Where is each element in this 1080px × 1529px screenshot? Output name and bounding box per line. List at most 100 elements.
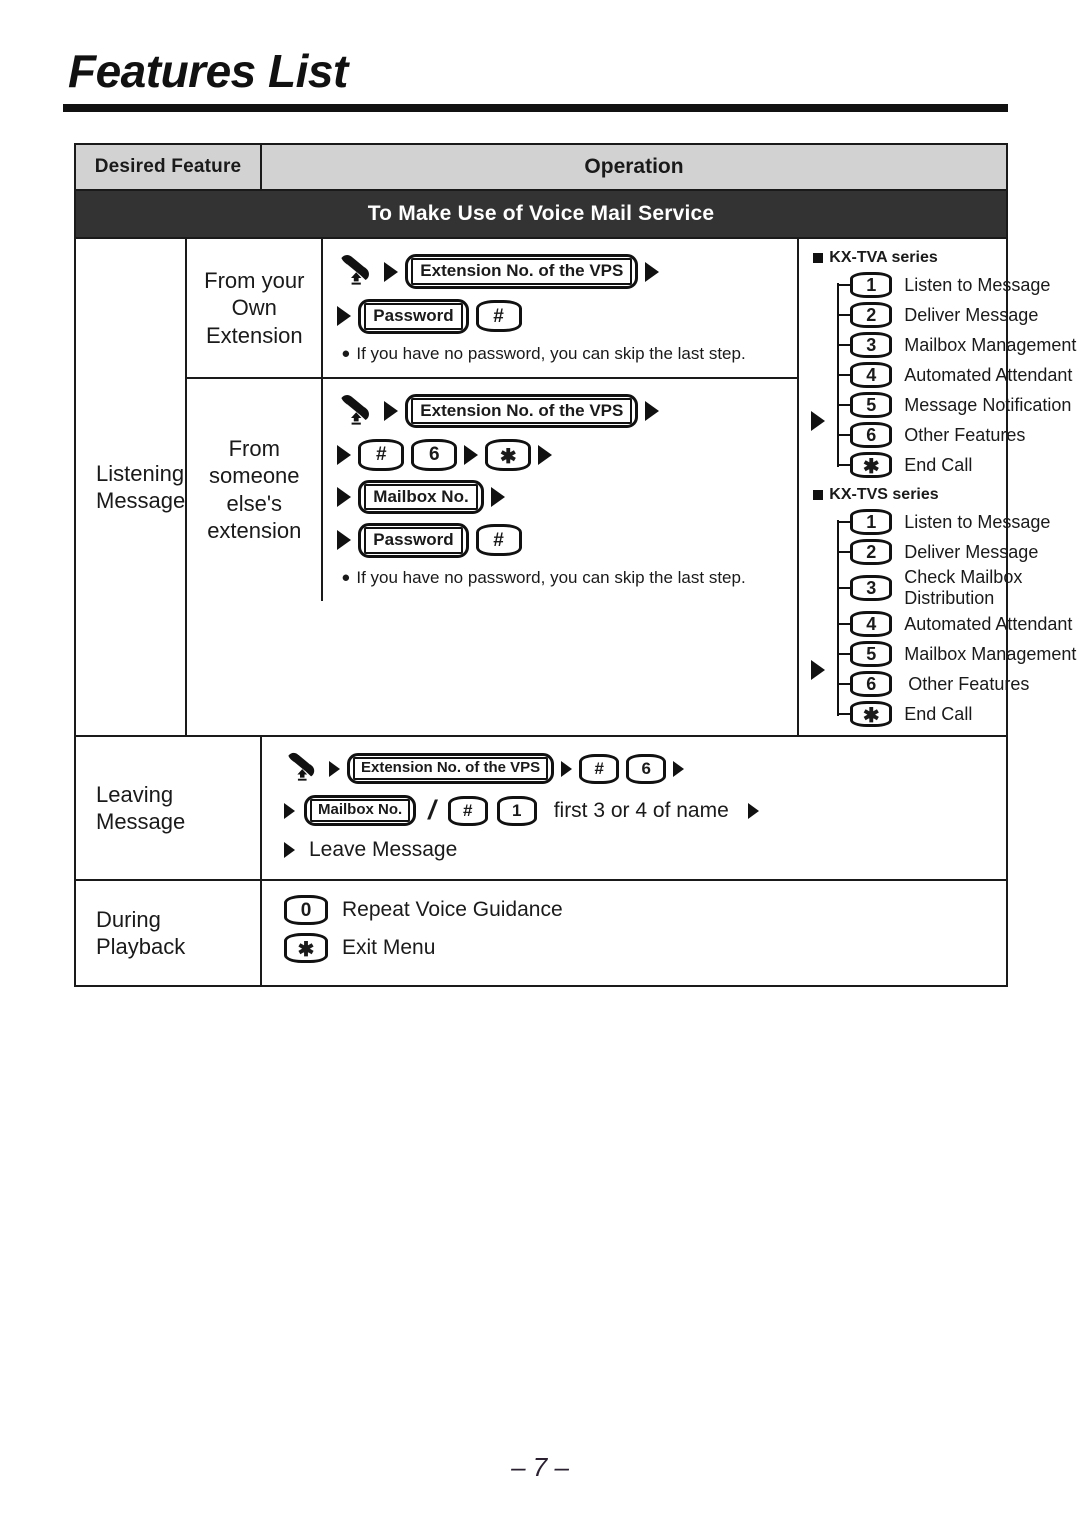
menu-stub-line xyxy=(839,464,851,466)
ops-from-someone-else: Extension No. of the VPS # 6 ✱ Mailbox N… xyxy=(323,379,797,601)
menu-item[interactable]: 4 Automated Attendant xyxy=(839,609,1076,639)
arrow-icon xyxy=(747,802,759,819)
menu-item-label: End Call xyxy=(904,703,973,724)
note-text: If you have no password, you can skip th… xyxy=(356,343,746,363)
sub-label-from-someone-else: From someone else's extension xyxy=(187,378,324,601)
menu-item[interactable]: 3 Mailbox Management xyxy=(839,330,1076,360)
note-text: If you have no password, you can skip th… xyxy=(356,567,746,587)
key-6: 6 xyxy=(850,422,893,448)
column-header-operation: Operation xyxy=(584,155,684,178)
arrow-icon xyxy=(538,444,553,465)
sub-label-text: From your Own Extension xyxy=(204,267,305,348)
key-6: 6 xyxy=(850,671,893,697)
menu-item[interactable]: 6 Other Features xyxy=(839,669,1076,699)
bullet-icon: ● xyxy=(341,568,351,586)
menu-entry-pointer xyxy=(811,270,837,480)
sub-row-from-own-extension: From your Own Extension Extension No. of… xyxy=(187,239,798,379)
menu-stub-line xyxy=(839,434,851,436)
menu-item[interactable]: 1 Listen to Message xyxy=(839,270,1076,300)
op-line: Mailbox No. xyxy=(337,479,797,515)
pill-mailbox-no: Mailbox No. xyxy=(304,795,417,826)
key-6: 6 xyxy=(626,753,667,784)
ops-leaving-message: Extension No. of the VPS # 6 Mailbox No.… xyxy=(262,737,1006,879)
menu-item[interactable]: 6 Other Features xyxy=(839,420,1076,450)
menu-item[interactable]: ✱ End Call xyxy=(839,699,1076,729)
op-line: # 6 ✱ xyxy=(337,438,797,471)
pill-label: Mailbox No. xyxy=(310,799,411,822)
section-banner-voice-mail: To Make Use of Voice Mail Service xyxy=(76,191,1006,239)
sub-label-text: From someone else's extension xyxy=(207,435,302,544)
key-hash: # xyxy=(579,753,620,784)
op-line: Extension No. of the VPS xyxy=(337,253,797,290)
text-exit-menu: Exit Menu xyxy=(342,936,436,959)
menu-stub-line xyxy=(839,683,851,685)
pill-label: Extension No. of the VPS xyxy=(411,258,633,285)
arrow-icon xyxy=(464,444,479,465)
feature-label-during-playback: During Playback xyxy=(76,881,262,985)
menu-item-label: End Call xyxy=(904,454,973,475)
arrow-icon xyxy=(329,760,340,777)
feature-label-leaving-message: Leaving Message xyxy=(76,737,262,879)
menu-item[interactable]: 1 Listen to Message xyxy=(839,507,1076,537)
text-repeat-voice-guidance: Repeat Voice Guidance xyxy=(342,898,563,921)
pill-label: Extension No. of the VPS xyxy=(411,397,633,425)
table-row-listening-message: Listening Message From your Own Extension xyxy=(76,239,1076,737)
menu-item[interactable]: 5 Mailbox Management xyxy=(839,639,1076,669)
column-header-desired-feature: Desired Feature xyxy=(76,145,262,189)
op-line: Password # xyxy=(337,523,797,558)
listening-sub-rows: From your Own Extension Extension No. of… xyxy=(187,239,798,735)
features-table: Desired Feature Operation To Make Use of… xyxy=(74,143,1076,987)
menu-item-label: Listen to Message xyxy=(904,274,1051,295)
arrow-icon xyxy=(645,401,660,422)
menu-item[interactable]: ✱ End Call xyxy=(839,450,1076,480)
square-bullet-icon xyxy=(813,253,824,263)
pill-mailbox-no: Mailbox No. xyxy=(358,479,484,515)
menu-item[interactable]: 5 Message Notification xyxy=(839,390,1076,420)
pill-password: Password xyxy=(358,523,469,558)
page-number: – 7 – xyxy=(511,1452,569,1482)
key-star: ✱ xyxy=(485,438,532,471)
pill-label: Extension No. of the VPS xyxy=(353,757,549,780)
arrow-icon xyxy=(490,486,505,507)
arrow-icon xyxy=(337,486,352,507)
menu-title-text: KX-TVS series xyxy=(829,486,939,503)
pill-password: Password xyxy=(358,299,469,334)
arrow-icon xyxy=(337,444,352,465)
pill-label: Password xyxy=(364,303,463,330)
menu-item[interactable]: 3 Check Mailbox Distribution xyxy=(839,567,1076,609)
ops-from-own-extension: Extension No. of the VPS Password # ● If xyxy=(323,239,797,377)
key-1: 1 xyxy=(850,509,893,535)
menu-stub-line xyxy=(839,521,851,523)
menu-item-label: Automated Attendant xyxy=(904,613,1073,634)
menu-item[interactable]: 2 Deliver Message xyxy=(839,537,1076,567)
key-1: 1 xyxy=(850,272,893,298)
menu-item[interactable]: 2 Deliver Message xyxy=(839,300,1076,330)
menu-item-label: Other Features xyxy=(908,673,1030,694)
menu-entry-pointer xyxy=(811,507,837,729)
menu-item[interactable]: 4 Automated Attendant xyxy=(839,360,1076,390)
op-line: Extension No. of the VPS xyxy=(337,393,797,430)
key-2: 2 xyxy=(850,539,893,565)
menu-item-label: Mailbox Management xyxy=(904,643,1077,664)
menu-tree-kx-tva: 1 Listen to Message 2 Deliver Message 3 xyxy=(811,270,1076,480)
menu-item-label: Check Mailbox Distribution xyxy=(904,567,1023,608)
arrow-icon xyxy=(284,842,295,858)
op-line: Mailbox No. / # 1 first 3 or 4 of name xyxy=(284,795,1006,826)
note-no-password: ● If you have no password, you can skip … xyxy=(337,343,797,365)
key-star: ✱ xyxy=(850,701,893,727)
arrow-icon xyxy=(811,660,826,680)
sub-label-from-own-extension: From your Own Extension xyxy=(187,239,324,377)
key-4: 4 xyxy=(850,362,893,388)
menu-item-label: Automated Attendant xyxy=(904,364,1073,385)
menu-stub-line xyxy=(839,374,851,376)
key-hash: # xyxy=(447,795,488,826)
key-1: 1 xyxy=(496,795,537,826)
op-line: Extension No. of the VPS # 6 xyxy=(284,751,1006,786)
key-star-glyph: ✱ xyxy=(297,939,315,961)
page-title: Features List xyxy=(68,45,348,97)
key-3: 3 xyxy=(850,575,893,601)
ops-during-playback: 0 Repeat Voice Guidance ✱ Exit Menu xyxy=(262,881,1006,985)
feature-line-1: Leaving Message xyxy=(96,781,186,835)
key-star: ✱ xyxy=(284,933,328,963)
key-2: 2 xyxy=(850,302,893,328)
